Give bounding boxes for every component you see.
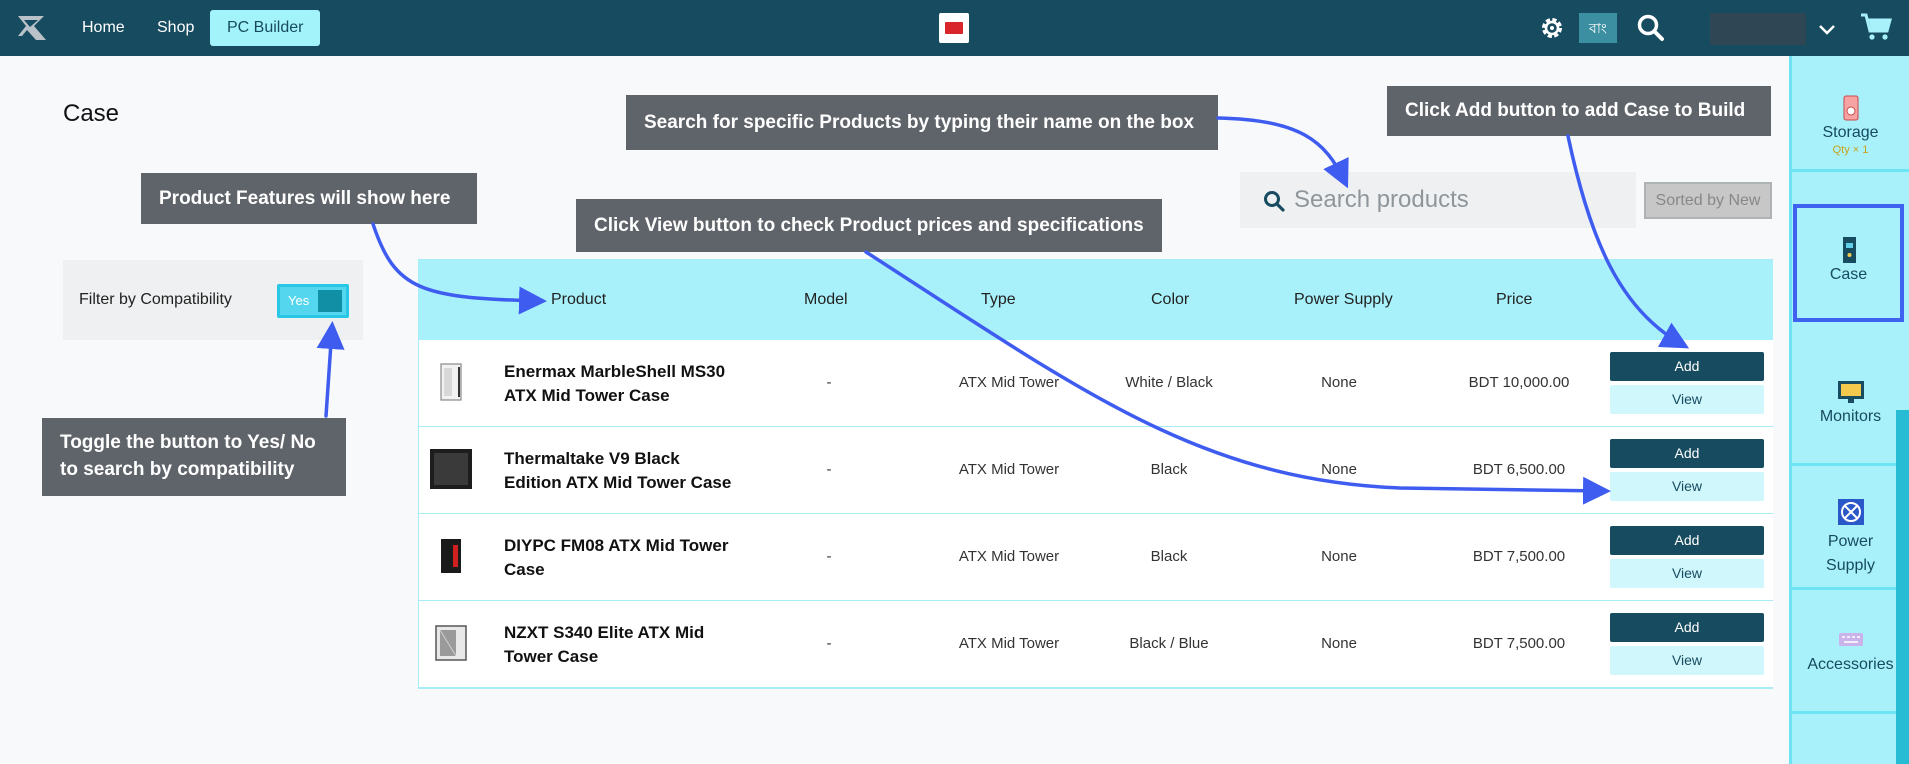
accessories-icon bbox=[1838, 633, 1863, 646]
account-menu[interactable] bbox=[1710, 13, 1806, 45]
product-thumbnail bbox=[427, 445, 475, 493]
component-sidebar: Storage Qty × 1 Case Monitors Power Supp… bbox=[1789, 56, 1909, 764]
product-model: - bbox=[826, 461, 832, 478]
top-navbar: Home Shop PC Builder বাং bbox=[0, 0, 1909, 56]
quantity-label: Qty × 1 bbox=[1832, 144, 1869, 156]
column-header-power-supply: Power Supply bbox=[1294, 291, 1393, 308]
nav-pc-builder-link[interactable]: PC Builder bbox=[210, 10, 321, 46]
search-icon[interactable] bbox=[1635, 12, 1667, 44]
product-thumbnail bbox=[427, 619, 475, 667]
product-color: White / Black bbox=[1125, 374, 1213, 391]
product-table: Product Model Type Color Power Supply Pr… bbox=[418, 259, 1773, 689]
view-button[interactable]: View bbox=[1610, 472, 1764, 501]
product-name: Enermax MarbleShell MS30 ATX Mid Tower C… bbox=[504, 362, 726, 405]
product-power-supply: None bbox=[1321, 374, 1357, 391]
product-name: NZXT S340 Elite ATX Mid Tower Case bbox=[504, 623, 705, 666]
table-row: Thermaltake V9 Black Edition ATX Mid Tow… bbox=[419, 427, 1773, 514]
callout-toggle-line2: to search by compatibility bbox=[60, 459, 295, 480]
product-model: - bbox=[826, 635, 832, 652]
compatibility-toggle[interactable]: Yes bbox=[277, 284, 349, 318]
callout-search: Search for specific Products by typing t… bbox=[626, 95, 1218, 150]
product-power-supply: None bbox=[1321, 635, 1357, 652]
product-color: Black bbox=[1150, 548, 1188, 565]
sidebar-item-storage[interactable]: Storage Qty × 1 bbox=[1792, 56, 1909, 172]
table-row: Enermax MarbleShell MS30 ATX Mid Tower C… bbox=[419, 340, 1773, 427]
cart-icon[interactable] bbox=[1859, 11, 1893, 43]
gear-icon[interactable] bbox=[1538, 14, 1566, 42]
sort-button[interactable]: Sorted by New bbox=[1644, 182, 1772, 219]
column-header-price: Price bbox=[1496, 291, 1533, 308]
callout-product-features: Product Features will show here bbox=[141, 173, 477, 224]
product-thumbnail bbox=[427, 532, 475, 580]
search-icon bbox=[1264, 191, 1285, 212]
sidebar-item-case[interactable]: Case bbox=[1793, 204, 1904, 322]
sidebar-item-monitors[interactable]: Monitors bbox=[1792, 342, 1909, 466]
callout-toggle: Toggle the button to Yes/ No to search b… bbox=[42, 418, 346, 496]
product-price: BDT 7,500.00 bbox=[1472, 548, 1566, 565]
callout-view: Click View button to check Product price… bbox=[576, 199, 1162, 252]
product-color: Black / Blue bbox=[1129, 635, 1209, 652]
product-name: Thermaltake V9 Black Edition ATX Mid Tow… bbox=[504, 449, 732, 492]
nav-home-link[interactable]: Home bbox=[66, 10, 141, 46]
power-supply-icon bbox=[1837, 499, 1864, 525]
page-title: Case bbox=[63, 100, 120, 127]
column-header-color: Color bbox=[1151, 291, 1190, 308]
search-input[interactable] bbox=[1294, 180, 1624, 220]
compatibility-filter-panel: Filter by Compatibility Yes bbox=[63, 260, 363, 340]
product-power-supply: None bbox=[1321, 461, 1357, 478]
product-type: ATX Mid Tower bbox=[958, 548, 1060, 565]
product-search-box bbox=[1240, 172, 1636, 228]
product-power-supply: None bbox=[1321, 548, 1357, 565]
product-price: BDT 10,000.00 bbox=[1468, 374, 1570, 391]
toggle-label: Yes bbox=[288, 293, 310, 308]
view-button[interactable]: View bbox=[1610, 646, 1764, 675]
product-type: ATX Mid Tower bbox=[958, 635, 1060, 652]
case-icon bbox=[1842, 237, 1856, 263]
sidebar-item-label: Monitors bbox=[1819, 408, 1882, 425]
sidebar-item-label: Power Supply bbox=[1826, 533, 1875, 574]
add-button[interactable]: Add bbox=[1610, 352, 1764, 381]
arrow-toggle bbox=[316, 321, 345, 418]
monitor-icon bbox=[1837, 381, 1864, 403]
add-button[interactable]: Add bbox=[1610, 613, 1764, 642]
product-model: - bbox=[826, 548, 832, 565]
column-header-type: Type bbox=[981, 291, 1016, 308]
brand-logo-icon[interactable] bbox=[14, 12, 50, 44]
product-color: Black bbox=[1150, 461, 1188, 478]
table-row: DIYPC FM08 ATX Mid Tower Case - ATX Mid … bbox=[419, 514, 1773, 601]
column-header-product: Product bbox=[551, 291, 607, 308]
product-price: BDT 6,500.00 bbox=[1472, 461, 1566, 478]
chevron-down-icon[interactable] bbox=[1816, 18, 1838, 40]
callout-toggle-line1: Toggle the button to Yes/ No bbox=[60, 432, 316, 453]
center-brand-logo-icon[interactable] bbox=[939, 13, 969, 43]
add-button[interactable]: Add bbox=[1610, 439, 1764, 468]
product-type: ATX Mid Tower bbox=[958, 374, 1060, 391]
sidebar-item-label: Storage bbox=[1822, 124, 1879, 141]
product-type: ATX Mid Tower bbox=[958, 461, 1060, 478]
storage-icon bbox=[1843, 95, 1858, 121]
toggle-knob bbox=[318, 290, 342, 312]
column-header-model: Model bbox=[804, 291, 848, 308]
callout-add: Click Add button to add Case to Build bbox=[1387, 86, 1771, 136]
sidebar-item-label: Case bbox=[1829, 266, 1868, 283]
sidebar-item-power-supply[interactable]: Power Supply bbox=[1792, 466, 1909, 590]
language-toggle-button[interactable]: বাং bbox=[1579, 13, 1617, 43]
view-button[interactable]: View bbox=[1610, 385, 1764, 414]
product-thumbnail bbox=[427, 358, 475, 406]
product-price: BDT 7,500.00 bbox=[1472, 635, 1566, 652]
table-row: NZXT S340 Elite ATX Mid Tower Case - ATX… bbox=[419, 601, 1773, 688]
sidebar-item-accessories[interactable]: Accessories bbox=[1792, 590, 1909, 714]
product-model: - bbox=[826, 374, 832, 391]
nav-shop-link[interactable]: Shop bbox=[141, 10, 210, 46]
table-header: Product Model Type Color Power Supply Pr… bbox=[419, 260, 1773, 340]
view-button[interactable]: View bbox=[1610, 559, 1764, 588]
sidebar-scrollbar[interactable] bbox=[1896, 410, 1909, 764]
product-name: DIYPC FM08 ATX Mid Tower Case bbox=[504, 536, 729, 579]
filter-label: Filter by Compatibility bbox=[79, 291, 232, 308]
sidebar-item-label: Accessories bbox=[1807, 656, 1894, 673]
add-button[interactable]: Add bbox=[1610, 526, 1764, 555]
